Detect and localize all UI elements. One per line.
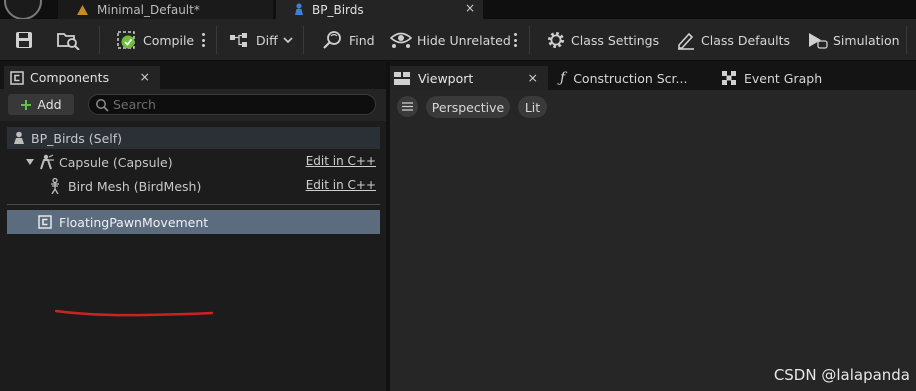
tab-components[interactable]: Components × [4,66,160,89]
chevron-down-icon [283,36,293,44]
add-component-button[interactable]: Add [8,94,74,115]
viewport-options-button[interactable] [397,96,418,117]
tab-construction-script[interactable]: ƒ Construction Scr... [558,66,698,90]
components-panel: Components × Add BP_Birds (Self) [0,62,386,391]
tab-minimal-default-label: Minimal_Default* [97,2,200,17]
lit-label: Lit [524,99,541,115]
tree-item-bird-mesh[interactable]: Bird Mesh (BirdMesh) Edit in C++ [7,175,380,197]
editor-tab-row: Viewport × ƒ Construction Scr... Event G… [390,62,916,90]
find-button[interactable]: Find [322,19,375,61]
tab-minimal-default[interactable]: Minimal_Default* [58,0,273,19]
add-component-label: Add [37,97,62,112]
compile-label: Compile [143,32,195,48]
browse-button[interactable] [56,19,80,61]
tab-event-graph-label: Event Graph [744,70,823,86]
blueprint-pawn-icon [294,3,304,16]
hamburger-icon [402,102,413,111]
save-button[interactable] [14,19,34,61]
plus-icon [20,99,32,111]
save-icon [14,30,34,50]
blueprint-toolbar: Compile Diff Find Hide Unrelated Class S… [0,19,916,61]
toolbar-separator [99,26,100,54]
find-icon [322,30,344,50]
components-icon [10,70,24,85]
simulation-button[interactable]: Simulation [806,19,900,61]
close-panel-icon[interactable]: × [140,69,150,84]
level-map-icon [76,4,89,16]
class-defaults-icon [676,30,696,50]
actor-component-icon [38,215,52,229]
components-toolbar: Add [0,89,386,121]
unreal-logo-icon[interactable] [4,0,42,20]
perspective-view-button[interactable]: Perspective [426,96,510,118]
component-search [88,94,376,115]
gear-icon [546,30,566,50]
close-tab-icon[interactable]: × [465,1,475,15]
simulation-icon [806,30,828,50]
tab-construction-script-label: Construction Scr... [573,70,688,86]
tab-bp-birds[interactable]: BP_Birds × [276,0,483,19]
class-settings-button[interactable]: Class Settings [546,19,659,61]
toolbar-separator [906,26,907,54]
edit-in-cpp-link[interactable]: Edit in C++ [306,178,376,192]
tree-item-floating-pawn-movement-label: FloatingPawnMovement [59,214,209,230]
tab-viewport-label: Viewport [418,70,474,86]
event-graph-icon [722,71,736,85]
browse-folder-icon [56,30,80,50]
tree-item-capsule-label: Capsule (Capsule) [59,154,173,170]
edit-in-cpp-link[interactable]: Edit in C++ [306,154,376,168]
compile-status-icon [116,29,138,51]
find-label: Find [349,32,375,48]
class-defaults-label: Class Defaults [701,32,791,48]
toolbar-separator [303,26,304,54]
toolbar-separator [529,26,530,54]
hide-unrelated-label: Hide Unrelated [417,32,511,48]
compile-options-icon[interactable] [201,33,205,47]
tab-event-graph[interactable]: Event Graph [720,66,860,90]
class-defaults-button[interactable]: Class Defaults [676,19,790,61]
hide-unrelated-icon [390,30,412,50]
view-mode-lit-button[interactable]: Lit [518,96,547,118]
tree-item-self-label: BP_Birds (Self) [31,130,123,146]
viewport-icon [394,71,410,85]
pawn-icon [13,131,25,145]
perspective-label: Perspective [431,99,505,115]
csdn-watermark: CSDN @lalapanda [773,366,910,384]
tree-item-floating-pawn-movement[interactable]: FloatingPawnMovement [7,210,380,234]
document-tab-bar: Minimal_Default* BP_Birds × [0,0,916,20]
hide-unrelated-options-icon[interactable] [513,33,517,47]
compile-button[interactable]: Compile [116,19,194,61]
function-icon: ƒ [560,70,566,86]
diff-icon [229,31,251,49]
tree-item-self[interactable]: BP_Birds (Self) [7,127,380,149]
component-search-input[interactable] [113,96,368,113]
capsule-component-icon [39,154,55,170]
skeletal-mesh-icon [48,178,62,194]
tree-divider [7,204,380,205]
simulation-label: Simulation [833,32,900,48]
toolbar-separator [216,26,217,54]
tab-bp-birds-label: BP_Birds [312,2,364,17]
tree-item-capsule[interactable]: Capsule (Capsule) Edit in C++ [7,151,380,173]
red-annotation-underline [55,309,214,317]
viewport-canvas[interactable]: Perspective Lit CSDN @lalapanda [390,90,916,391]
close-tab-icon[interactable]: × [528,70,538,85]
components-title: Components [30,70,110,85]
tab-viewport[interactable]: Viewport × [390,66,548,90]
hide-unrelated-button[interactable]: Hide Unrelated [390,19,511,61]
expand-arrow-icon[interactable] [25,157,35,167]
diff-button[interactable]: Diff [229,19,293,61]
components-tab-row: Components × [0,62,386,89]
tree-item-bird-mesh-label: Bird Mesh (BirdMesh) [68,178,202,194]
diff-label: Diff [256,32,278,48]
class-settings-label: Class Settings [571,32,660,48]
